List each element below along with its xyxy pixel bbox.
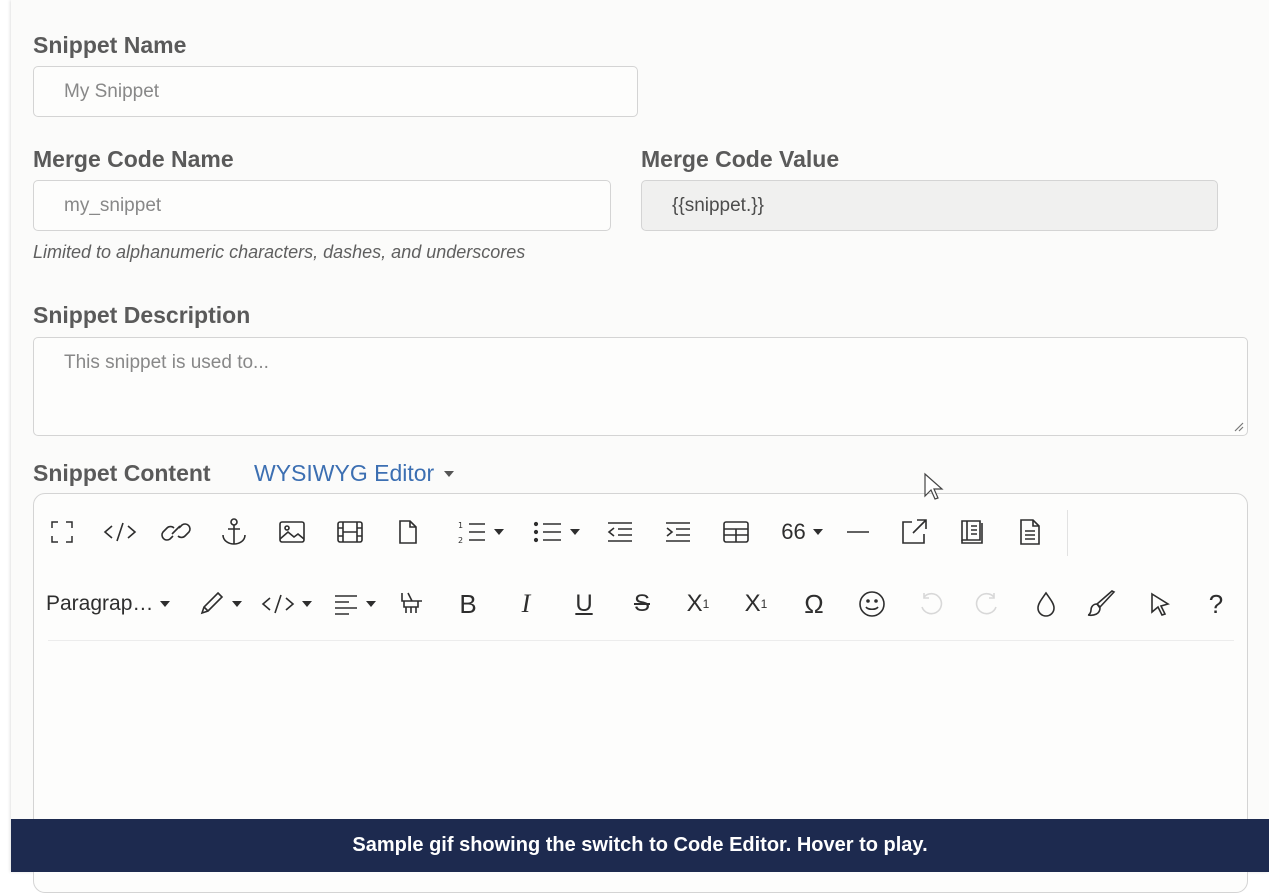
merge-code-value-label: Merge Code Value [641,146,840,172]
caption-banner: Sample gif showing the switch to Code Ed… [11,819,1269,872]
align-icon[interactable] [328,586,380,622]
help-icon[interactable]: ? [1198,586,1234,622]
merge-code-name-input[interactable]: my_snippet [33,180,611,231]
snippet-name-label: Snippet Name [33,32,187,58]
select-pointer-icon[interactable] [1142,586,1178,622]
clear-formatting-icon[interactable] [394,586,430,622]
video-icon[interactable] [332,514,368,550]
merge-code-value-text: {{snippet.}} [672,194,764,216]
table-icon[interactable] [718,514,754,550]
merge-code-name-label: Merge Code Name [33,146,234,172]
chevron-down-icon [569,529,580,535]
paint-brush-icon[interactable] [1084,586,1120,622]
snippet-name-placeholder: My Snippet [64,80,160,102]
chevron-down-icon [444,470,455,477]
special-characters-icon[interactable]: Ω [796,586,832,622]
caption-text: Sample gif showing the switch to Code Ed… [352,834,928,856]
ordered-list-icon[interactable]: 12 [448,514,512,550]
svg-text:2: 2 [458,536,463,545]
redo-icon[interactable] [970,586,1006,622]
document-icon[interactable] [1012,514,1048,550]
paragraph-format-label: Paragrap… [46,592,154,615]
chevron-down-icon [365,601,376,607]
drop-color-icon[interactable] [1028,586,1064,622]
editor-mode-label: WYSIWYG Editor [254,460,435,486]
editor-mode-dropdown[interactable]: WYSIWYG Editor [254,460,455,487]
merge-code-name-hint: Limited to alphanumeric characters, dash… [33,242,526,262]
underline-icon[interactable]: U [566,586,602,622]
blockquote-icon[interactable]: 66 [774,514,830,550]
snippet-description-label: Snippet Description [33,302,251,328]
link-icon[interactable] [158,514,194,550]
code-view-icon[interactable] [100,514,140,550]
svg-text:1: 1 [458,521,463,530]
snippet-description-placeholder: This snippet is used to... [64,352,269,373]
page-icon[interactable] [392,514,424,550]
anchor-icon[interactable] [216,514,252,550]
bold-icon[interactable]: B [450,586,486,622]
snippet-description-textarea[interactable]: This snippet is used to... [33,337,1248,436]
resize-handle-icon[interactable] [1232,420,1244,432]
chevron-down-icon [231,601,242,607]
blockquote-label: 66 [781,519,806,544]
snippet-name-input[interactable]: My Snippet [33,66,638,117]
outdent-icon[interactable] [602,514,638,550]
horizontal-rule-icon[interactable] [842,514,874,550]
emoji-icon[interactable] [854,586,890,622]
italic-icon[interactable]: I [508,586,544,622]
chevron-down-icon [812,529,823,535]
toolbar-divider [48,640,1234,641]
book-icon[interactable] [954,514,990,550]
image-icon[interactable] [274,514,310,550]
unordered-list-icon[interactable] [524,514,588,550]
superscript-icon[interactable]: X1 [738,586,774,622]
toolbar-separator [1067,510,1068,556]
chevron-down-icon [493,529,504,535]
code-insert-icon[interactable] [258,586,314,622]
merge-code-value-field: {{snippet.}} [641,180,1218,231]
snippet-content-label: Snippet Content [33,460,211,486]
subscript-icon[interactable]: X1 [680,586,716,622]
highlight-pen-icon[interactable] [194,586,246,622]
fullscreen-icon[interactable] [48,514,76,550]
indent-icon[interactable] [660,514,696,550]
external-link-icon[interactable] [896,514,932,550]
strikethrough-icon[interactable]: S [624,586,660,622]
paragraph-format-dropdown[interactable]: Paragrap… [46,586,180,622]
merge-code-name-placeholder: my_snippet [64,194,162,216]
chevron-down-icon [160,601,171,607]
chevron-down-icon [301,601,312,607]
undo-icon[interactable] [912,586,948,622]
mouse-cursor-icon [924,472,944,500]
snippet-form-page: Snippet Name My Snippet Merge Code Name … [11,0,1269,893]
